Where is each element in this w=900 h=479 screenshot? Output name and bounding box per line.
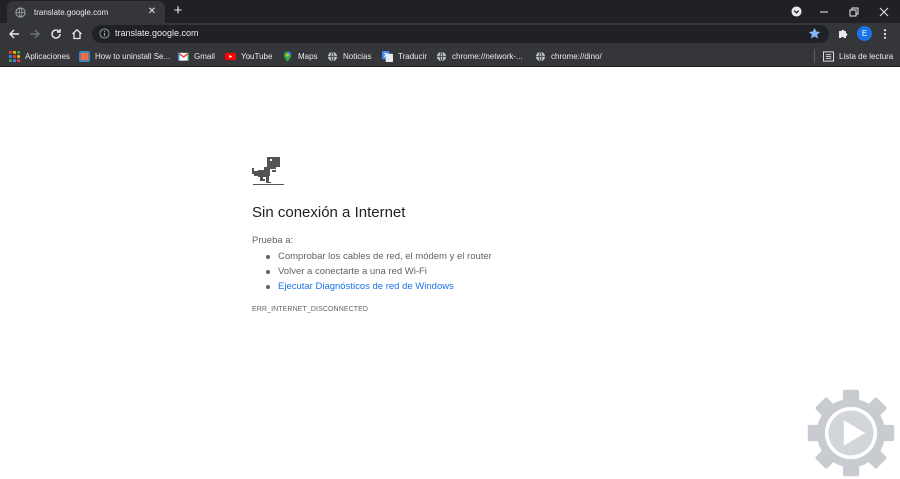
bookmark-label: How to uninstall Se... (95, 51, 171, 61)
try-label: Prueba a: (252, 235, 294, 246)
bookmark-label: YouTube (241, 51, 273, 61)
forward-button[interactable] (27, 26, 43, 42)
back-button[interactable] (6, 26, 22, 42)
active-tab[interactable]: translate.google.com ✕ (7, 1, 165, 23)
reload-button[interactable] (48, 26, 64, 42)
globe-icon (327, 51, 338, 61)
suggestions-list: Comprobar los cables de red, el módem y … (266, 249, 492, 294)
arrow-right-icon (30, 29, 40, 39)
bookmarks-bar: Aplicaciones How to uninstall Se... Gmai… (0, 45, 900, 67)
bookmark-apps[interactable]: Aplicaciones (9, 49, 70, 63)
home-button[interactable] (69, 26, 85, 42)
info-icon[interactable] (99, 28, 110, 39)
bookmark-label: Aplicaciones (25, 51, 70, 61)
suggestion-item: Volver a conectarte a una red Wi-Fi (266, 264, 492, 279)
offline-dino-icon[interactable] (252, 157, 284, 187)
reading-list-icon (823, 50, 834, 62)
bookmark-maps[interactable]: Maps (282, 49, 318, 63)
tab-title: translate.google.com (34, 7, 109, 17)
suggestion-item: Comprobar los cables de red, el módem y … (266, 249, 492, 264)
bookmark-label: Traducir (398, 51, 428, 61)
reload-icon (51, 29, 61, 39)
gear-play-logo (807, 389, 895, 477)
bookmark-label: Maps (298, 51, 318, 61)
bookmark-label: chrome://network-... (452, 51, 523, 61)
restore-button[interactable] (839, 0, 869, 23)
reading-list-label: Lista de lectura (839, 51, 894, 61)
network-diagnostics-link[interactable]: Ejecutar Diagnósticos de red de Windows (266, 279, 492, 294)
gmail-icon (178, 51, 189, 61)
maps-pin-icon (283, 50, 292, 62)
globe-icon (436, 51, 447, 61)
bookmark-label: chrome://dino/ (551, 51, 602, 61)
globe-icon (535, 51, 546, 61)
minimize-button[interactable] (809, 0, 839, 23)
address-bar[interactable]: translate.google.com (92, 25, 829, 43)
profile-menu-button[interactable] (781, 0, 811, 23)
minimize-icon (820, 11, 828, 12)
bookmark-gmail[interactable]: Gmail (178, 49, 215, 63)
reading-list-button[interactable]: Lista de lectura (814, 49, 893, 63)
bookmark-traducir[interactable]: Traducir (382, 49, 427, 63)
bookmark-chrome-network[interactable]: chrome://network-... (436, 49, 523, 63)
bookmark-label: Gmail (194, 51, 215, 61)
tab-close-icon[interactable]: ✕ (145, 5, 159, 19)
chevron-down-icon (790, 6, 802, 17)
url-text[interactable]: translate.google.com (115, 28, 199, 38)
error-code: ERR_INTERNET_DISCONNECTED (252, 306, 369, 313)
bookmark-how-to-uninstall[interactable]: How to uninstall Se... (79, 49, 170, 63)
translate-icon (382, 50, 393, 62)
error-title: Sin conexión a Internet (252, 204, 406, 221)
new-tab-button[interactable]: + (170, 3, 186, 19)
bookmark-noticias[interactable]: Noticias (327, 49, 371, 63)
restore-icon (849, 7, 859, 16)
globe-icon (15, 6, 26, 18)
home-icon (72, 28, 82, 40)
bookmark-youtube[interactable]: YouTube (225, 49, 272, 63)
bookmark-label: Noticias (343, 51, 372, 61)
apps-grid-icon (9, 50, 20, 62)
more-vert-icon (883, 29, 887, 39)
menu-button[interactable] (877, 26, 893, 42)
youtube-icon (225, 52, 236, 60)
extensions-button[interactable] (835, 26, 851, 42)
profile-avatar[interactable]: E (857, 26, 872, 41)
close-window-button[interactable] (869, 0, 899, 23)
bookmark-chrome-dino[interactable]: chrome://dino/ (535, 49, 602, 63)
arrow-left-icon (9, 29, 19, 39)
site-favicon (79, 50, 90, 62)
bookmark-star-icon[interactable] (808, 27, 821, 40)
browser-chrome: translate.google.com ✕ + translate.googl… (0, 0, 900, 67)
puzzle-piece-icon (839, 29, 848, 38)
close-icon (879, 7, 889, 16)
error-page: Sin conexión a Internet Prueba a: Compro… (0, 67, 900, 479)
tab-strip: translate.google.com ✕ + (0, 0, 900, 23)
toolbar: translate.google.com E (0, 23, 900, 45)
